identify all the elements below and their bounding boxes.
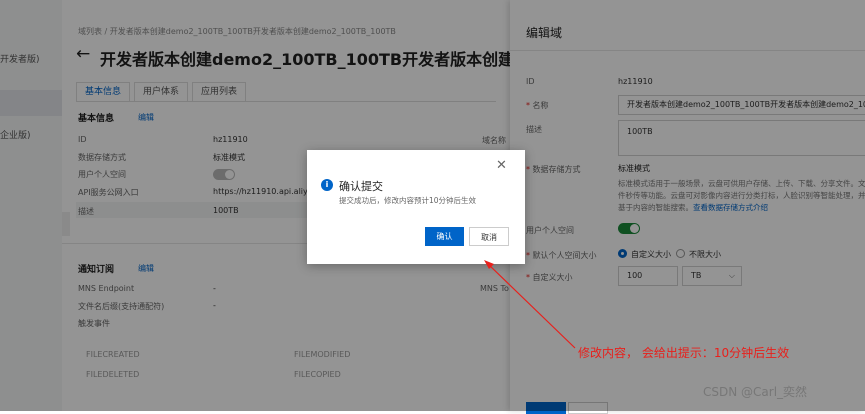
watermark: CSDN @Carl_奕然	[703, 385, 808, 399]
annotation-text: 修改内容， 会给出提示：10分钟后生效	[578, 346, 790, 360]
